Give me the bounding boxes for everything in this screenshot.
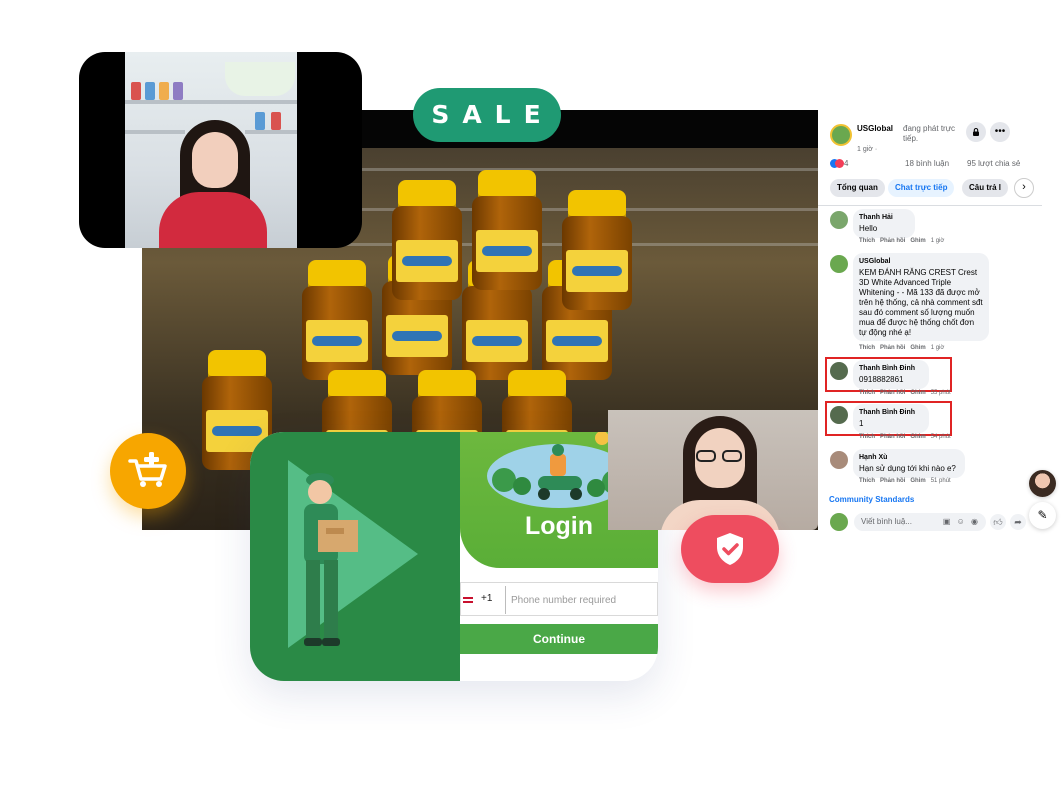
reply-action[interactable]: Phản hồi [880,478,905,484]
commenter-avatar[interactable] [830,451,848,469]
comment-bubble: USGlobal KEM ĐÁNH RĂNG CREST Crest 3D Wh… [853,253,989,341]
comment-author[interactable]: Hạnh Xù [859,453,959,463]
tab-overview[interactable]: Tổng quan [830,179,885,197]
login-card: Login +1 Continue [250,432,658,681]
like-icon[interactable]: 👍︎ [990,514,1006,530]
comment-actions: Thích Phản hồi Ghim 1 giờ [859,345,949,351]
comment-text: 1 [859,419,864,428]
comment-actions: Thích Phản hồi Ghim 55 phút [859,390,956,396]
comment-actions: Thích Phản hồi Ghim 54 phút [859,434,956,440]
comment-time: 1 giờ [930,238,945,244]
comment-bubble: Thanh Hải Hello [853,209,915,238]
emoji-icon[interactable]: ▣ ☺ ◉ [943,513,980,531]
user-avatar [830,513,848,531]
community-standards-link[interactable]: Community Standards [829,495,914,504]
product-bottle [392,180,462,300]
edit-icon[interactable]: ✎ [1029,502,1056,529]
product-bottle [302,260,372,380]
share-count[interactable]: 95 lượt chia sẻ [967,159,1020,168]
comment-bubble: Thanh Bình Đinh 0918882861 [853,360,929,389]
reaction-count[interactable]: 4 [844,159,848,168]
live-status-text: đang phát trực tiếp. [903,124,956,143]
post-time: 1 giờ · [857,146,878,153]
product-bottle [472,170,542,290]
comment-author[interactable]: Thanh Bình Đinh [859,364,923,374]
chevron-right-icon[interactable]: › [1014,178,1034,198]
comment-bubble: Hạnh Xù Hạn sử dụng tới khi nào e? [853,449,965,478]
us-flag-icon[interactable] [463,597,473,603]
commenter-avatar[interactable] [830,211,848,229]
lock-icon[interactable] [966,122,986,142]
reply-action[interactable]: Phản hồi [880,345,905,351]
reply-action[interactable]: Phản hồi [880,434,905,440]
continue-button[interactable]: Continue [460,624,658,654]
commenter-avatar[interactable] [830,406,848,424]
comment-composer: Viết bình luậ... ▣ ☺ ◉ 👍︎ ➦ [830,512,1036,532]
page-avatar[interactable] [830,124,852,146]
field-separator [505,586,506,614]
comment-author[interactable]: Thanh Bình Đinh [859,408,923,418]
comment-count[interactable]: 18 bình luận [905,159,949,168]
divider [818,205,1042,206]
reply-action[interactable]: Phản hồi [880,238,905,244]
tab-answers[interactable]: Câu trả l [962,179,1009,197]
guest-video[interactable] [608,410,818,530]
presenter-video[interactable] [79,52,362,248]
post-stats: 4 18 bình luận 95 lượt chia sẻ [830,159,1030,171]
tab-live-chat[interactable]: Chat trực tiếp [888,179,955,197]
like-action[interactable]: Thích [859,345,875,351]
like-action[interactable]: Thích [859,478,875,484]
comment-text: 0918882861 [859,375,904,384]
pin-action[interactable]: Ghim [910,434,925,440]
pin-action[interactable]: Ghim [910,390,925,396]
like-action[interactable]: Thích [859,238,875,244]
delivery-illustration [250,432,460,681]
country-code[interactable]: +1 [481,593,492,604]
pharmacy-scene [125,52,297,248]
pin-action[interactable]: Ghim [910,478,925,484]
comment-actions: Thích Phản hồi Ghim 51 phút [859,478,956,484]
sale-badge: SALE [413,88,561,142]
comment-text: Hạn sử dụng tới khi nào e? [859,464,956,473]
reaction-icons [830,159,844,169]
product-bottle [562,190,632,310]
comment-time: 55 phút [930,390,951,396]
panel-tabs: Tổng quan Chat trực tiếp Câu trả l › [830,178,1042,199]
comment-time: 51 phút [930,478,951,484]
reply-action[interactable]: Phản hồi [880,390,905,396]
phone-field: +1 [460,582,658,616]
phone-input[interactable] [511,590,651,610]
comment-time: 1 giờ [930,345,945,351]
courier-figure [304,473,358,646]
comment-input[interactable]: Viết bình luậ... ▣ ☺ ◉ [854,513,986,531]
commenter-avatar[interactable] [830,255,848,273]
comment-author[interactable]: USGlobal [859,257,983,267]
viewer-avatar[interactable] [1029,470,1056,497]
pin-action[interactable]: Ghim [910,238,925,244]
comment-bubble: Thanh Bình Đinh 1 [853,404,929,433]
commenter-avatar[interactable] [830,362,848,380]
like-action[interactable]: Thích [859,434,875,440]
comment-text: KEM ĐÁNH RĂNG CREST Crest 3D White Advan… [859,268,983,337]
comment-input-placeholder: Viết bình luậ... [861,517,912,526]
comment-actions: Thích Phản hồi Ghim 1 giờ [859,238,949,244]
comment-author[interactable]: Thanh Hải [859,213,909,223]
facebook-live-panel: USGlobal đang phát trực tiếp. 1 giờ · ••… [818,110,1042,532]
share-icon[interactable]: ➦ [1010,514,1026,530]
page-name[interactable]: USGlobal [857,124,893,133]
comment-time: 54 phút [930,434,951,440]
like-action[interactable]: Thích [859,390,875,396]
pin-action[interactable]: Ghim [910,345,925,351]
cart-plus-icon[interactable] [110,433,186,509]
comment-text: Hello [859,224,878,233]
more-icon[interactable]: ••• [990,122,1010,142]
shield-check-icon[interactable] [681,515,779,583]
